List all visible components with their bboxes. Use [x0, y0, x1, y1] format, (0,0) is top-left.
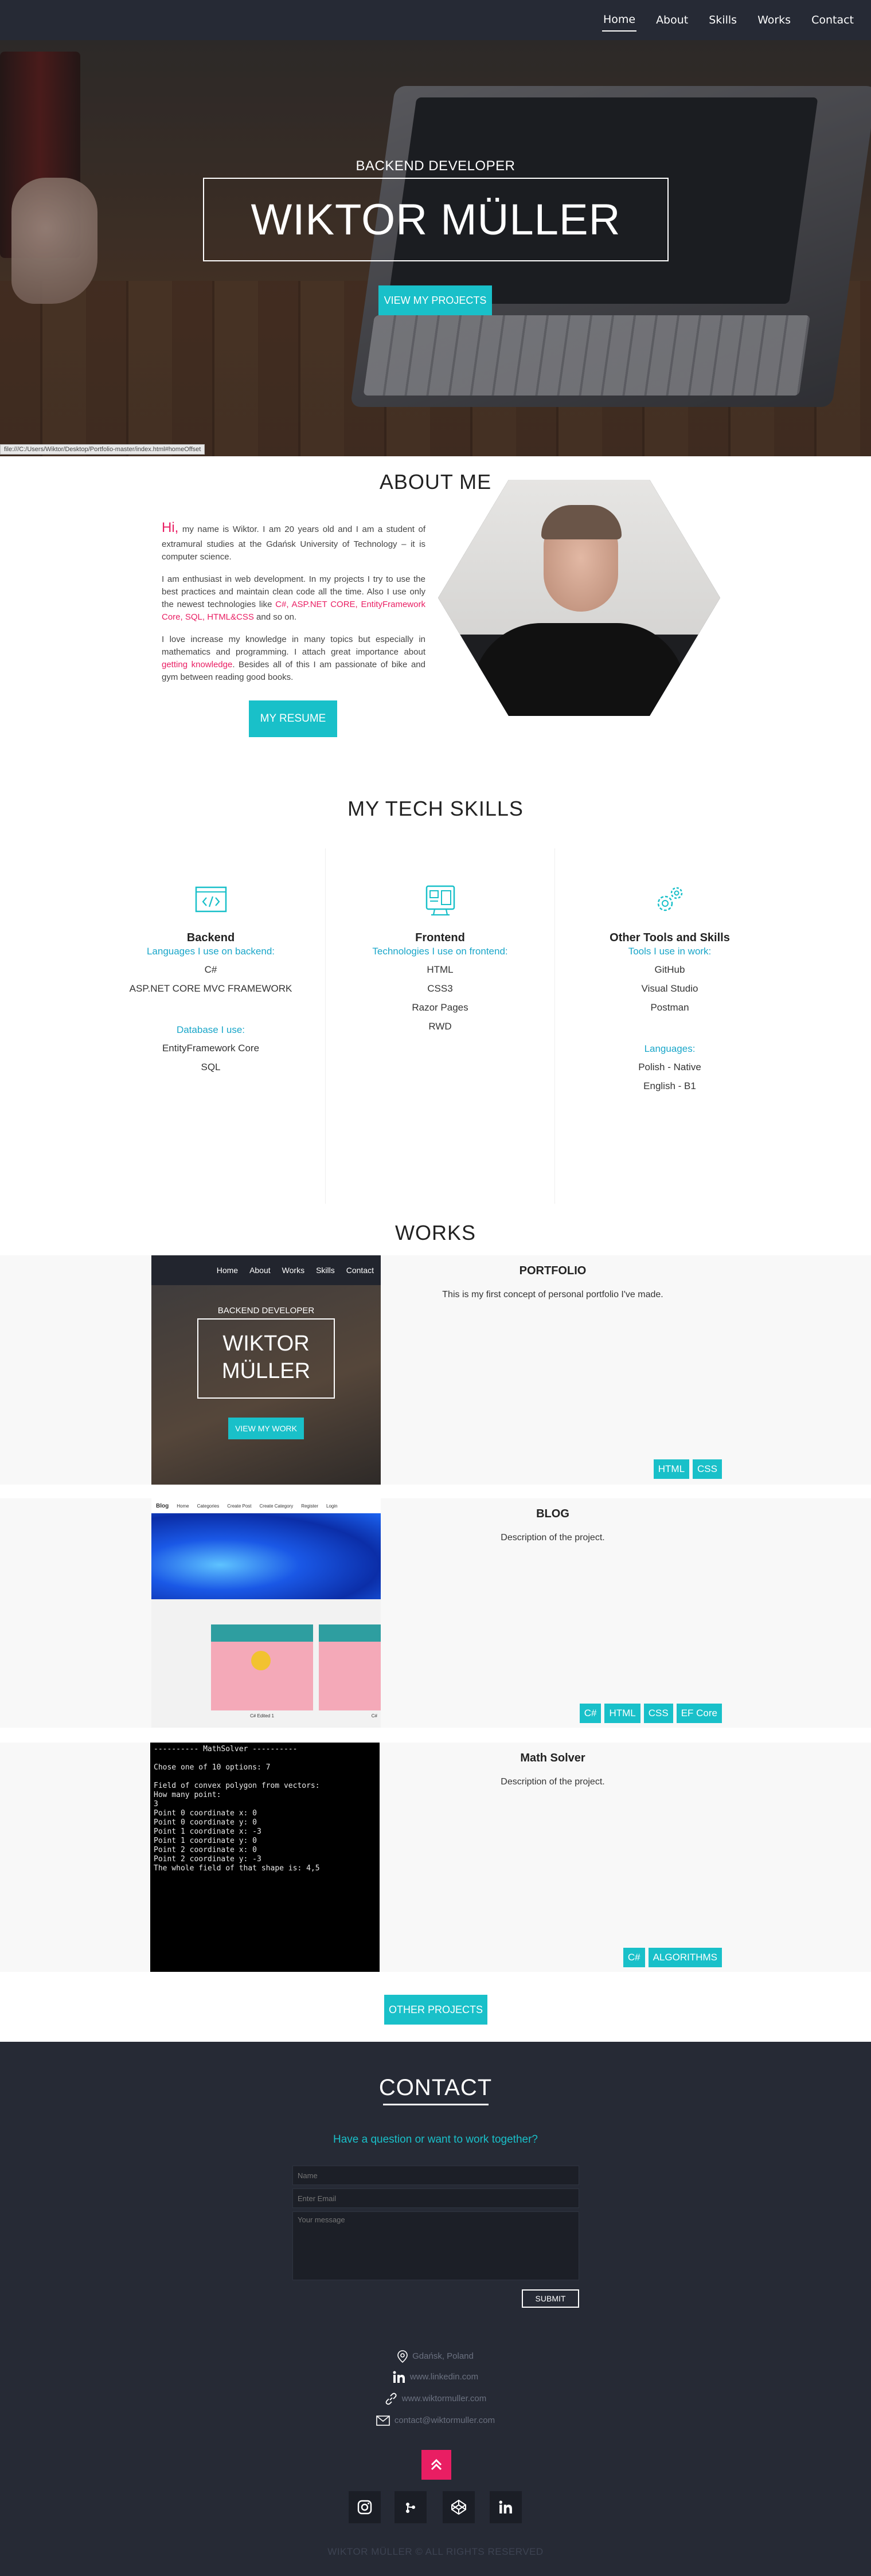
git-icon — [406, 2503, 415, 2513]
tag: HTML — [604, 1704, 640, 1723]
work-portfolio: Home About Works Skills Contact BACKEND DEVE… — [0, 1255, 871, 1485]
submit-button[interactable]: SUBMIT — [522, 2289, 579, 2308]
work-title: BLOG — [536, 1508, 569, 1520]
portfolio-preview-image[interactable]: Home About Works Skills Contact BACKEND DEVE… — [151, 1255, 381, 1485]
contact-linkedin[interactable]: www.linkedin.com — [0, 2371, 871, 2383]
design-tools-icon — [425, 885, 455, 916]
linkedin-icon — [499, 2500, 512, 2514]
contact-subtitle: Have a question or want to work together… — [333, 2133, 538, 2146]
name-input[interactable] — [292, 2166, 579, 2185]
tag: EF Core — [676, 1704, 722, 1723]
blog-preview-image[interactable]: Blog Home Categories Create Post Create Cat… — [151, 1498, 381, 1728]
tag: CSS — [643, 1704, 673, 1723]
nav-about[interactable]: About — [655, 9, 689, 31]
message-textarea[interactable] — [292, 2211, 579, 2280]
work-title: PORTFOLIO — [519, 1264, 587, 1277]
about-title: ABOUT ME — [379, 470, 492, 494]
nav-contact[interactable]: Contact — [810, 9, 855, 31]
skill-backend: Backend Languages I use on backend: C# A… — [96, 848, 326, 1204]
work-description: Description of the project. — [501, 1533, 605, 1543]
contact-website[interactable]: www.wiktormuller.com — [0, 2393, 871, 2405]
work-tags: C# ALGORITHMS — [623, 1948, 722, 1967]
hero-title-box: WIKTOR MÜLLER — [203, 178, 669, 261]
resume-button[interactable]: MY RESUME — [249, 700, 337, 737]
tag: CSS — [693, 1459, 722, 1479]
nav-links: Home About Skills Works Contact — [593, 0, 864, 40]
work-tags: C# HTML CSS EF Core — [579, 1704, 722, 1723]
contact-location: Gdańsk, Poland — [0, 2350, 871, 2363]
tag: C# — [623, 1948, 645, 1967]
work-description: This is my first concept of personal por… — [442, 1290, 663, 1299]
work-math-solver: ---------- MathSolver ---------- Chose o… — [0, 1743, 871, 1972]
code-window-icon — [195, 886, 226, 913]
codepen-button[interactable] — [443, 2491, 475, 2523]
git-button[interactable] — [395, 2491, 427, 2523]
instagram-button[interactable] — [349, 2491, 381, 2523]
linkedin-button[interactable] — [490, 2491, 522, 2523]
skills-title: MY TECH SKILLS — [347, 797, 524, 820]
hero-subtitle: BACKEND DEVELOPER — [356, 158, 515, 174]
instagram-icon — [357, 2500, 372, 2515]
contact-title: CONTACT — [378, 2075, 493, 2100]
work-tags: HTML CSS — [653, 1459, 722, 1479]
nav-home[interactable]: Home — [602, 9, 637, 32]
envelope-icon — [376, 2416, 390, 2426]
other-projects-button[interactable]: OTHER PROJECTS — [384, 1995, 487, 2025]
skills-grid: Backend Languages I use on backend: C# A… — [96, 848, 784, 1204]
tag: HTML — [653, 1459, 690, 1479]
work-title: Math Solver — [520, 1752, 585, 1764]
gears-icon — [657, 887, 683, 911]
contact-email[interactable]: contact@wiktormuller.com — [0, 2416, 871, 2426]
link-icon — [385, 2393, 397, 2405]
skill-frontend: Frontend Technologies I use on frontend:… — [326, 848, 555, 1204]
works-title: WORKS — [395, 1221, 476, 1244]
tag: ALGORITHMS — [648, 1948, 722, 1967]
hero-section: BACKEND DEVELOPER WIKTOR MÜLLER VIEW MY … — [0, 40, 871, 456]
about-text: Hi, my name is Wiktor. I am 20 years old… — [162, 520, 425, 682]
mathsolver-terminal-preview[interactable]: ---------- MathSolver ---------- Chose o… — [150, 1743, 380, 1972]
profile-photo — [438, 480, 720, 716]
tag: C# — [579, 1704, 602, 1723]
contact-section: CONTACT Have a question or want to work … — [0, 2042, 871, 2576]
linkedin-icon — [393, 2371, 405, 2383]
browser-status-url: file:///C:/Users/Wiktor/Desktop/Portfoli… — [0, 444, 205, 455]
about-hi: Hi, — [162, 520, 179, 535]
scroll-top-button[interactable] — [421, 2450, 451, 2480]
skill-other: Other Tools and Skills Tools I use in wo… — [555, 848, 784, 1204]
top-navbar: Home About Skills Works Contact — [0, 0, 871, 40]
work-blog: Blog Home Categories Create Post Create Cat… — [0, 1498, 871, 1728]
hero-title: WIKTOR MÜLLER — [251, 195, 621, 244]
work-description: Description of the project. — [501, 1777, 605, 1787]
nav-skills[interactable]: Skills — [708, 9, 738, 31]
view-projects-button[interactable]: VIEW MY PROJECTS — [378, 285, 492, 315]
footer-copyright: WIKTOR MÜLLER © ALL RIGHTS RESERVED — [327, 2546, 544, 2557]
double-chevron-up-icon — [431, 2458, 442, 2471]
email-input[interactable] — [292, 2189, 579, 2208]
nav-works[interactable]: Works — [756, 9, 792, 31]
codepen-icon — [451, 2499, 466, 2515]
location-pin-icon — [397, 2350, 408, 2363]
